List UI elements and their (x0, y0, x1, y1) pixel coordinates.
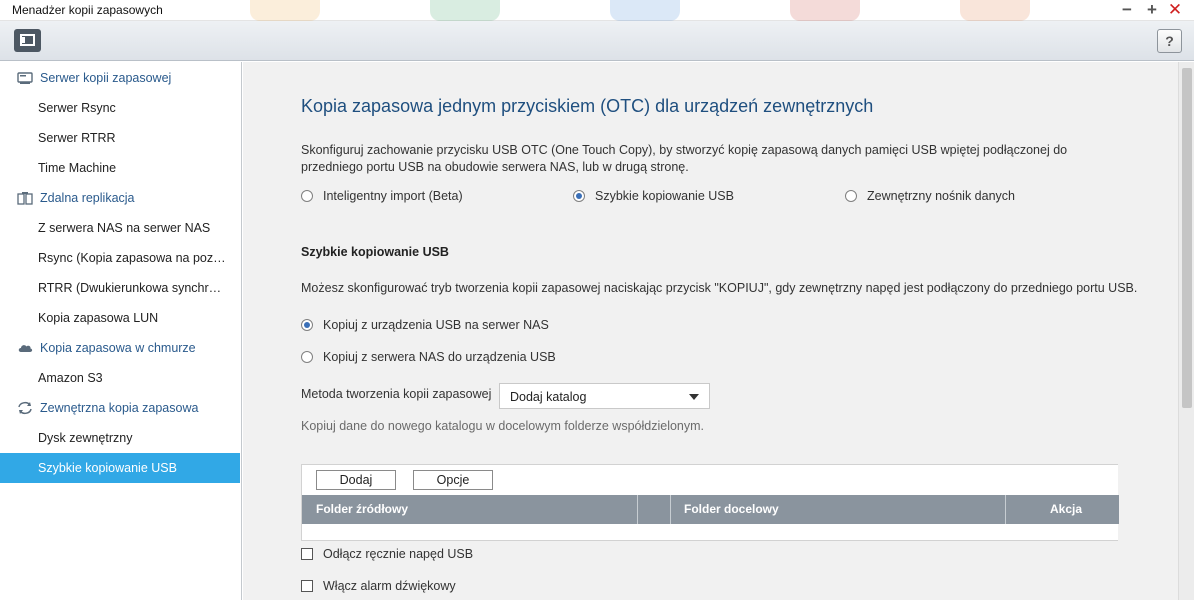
vertical-scrollbar[interactable] (1178, 62, 1194, 600)
sidebar-item-usb-quick-copy[interactable]: Szybkie kopiowanie USB (0, 453, 240, 483)
table-header: Folder źródłowy Folder docelowy Akcja (302, 495, 1119, 524)
column-divider (637, 495, 638, 524)
radio-indicator (301, 319, 313, 331)
maximize-button[interactable]: + (1143, 1, 1161, 18)
sidebar-section-remote-replication[interactable]: Zdalna replikacja (0, 183, 241, 213)
column-header-source[interactable]: Folder źródłowy (316, 495, 408, 524)
cloud-icon (18, 345, 33, 352)
sidebar-item-label: Kopia zapasowa LUN (38, 311, 159, 325)
chevron-down-icon (689, 394, 699, 400)
sidebar-item-label: Rsync (Kopia zapasowa na poziomie plików… (38, 251, 228, 265)
sidebar-item-rtrr[interactable]: RTRR (Dwukierunkowa synchronizacja) (0, 273, 241, 303)
sidebar-item-external-drive[interactable]: Dysk zewnętrzny (0, 423, 241, 453)
page-title: Kopia zapasowa jednym przyciskiem (OTC) … (301, 96, 874, 116)
sidebar-item-amazon-s3[interactable]: Amazon S3 (0, 363, 241, 393)
checkbox-label: Włącz alarm dźwiękowy (323, 579, 456, 593)
background-app-icon (610, 0, 680, 21)
background-app-icon (250, 0, 320, 21)
sidebar-item-label: Dysk zewnętrzny (38, 431, 133, 445)
column-header-destination[interactable]: Folder docelowy (684, 495, 779, 524)
checkbox-indicator (301, 548, 313, 560)
sidebar-item-time-machine[interactable]: Time Machine (0, 153, 241, 183)
radio-nas-to-usb[interactable]: Kopiuj z serwera NAS do urządzenia USB (301, 350, 556, 364)
checkbox-label: Odłącz ręcznie napęd USB (323, 547, 474, 561)
sidebar-section-external-backup[interactable]: Zewnętrzna kopia zapasowa (0, 393, 241, 423)
sidebar-section-label: Zewnętrzna kopia zapasowa (40, 401, 199, 415)
minimize-button[interactable]: − (1118, 1, 1136, 18)
add-button[interactable]: Dodaj (316, 470, 396, 490)
radio-label: Inteligentny import (Beta) (323, 189, 463, 203)
sidebar-item-rtrr-server[interactable]: Serwer RTRR (0, 123, 241, 153)
help-button[interactable]: ? (1157, 29, 1182, 53)
sidebar-section-cloud-backup[interactable]: Kopia zapasowa w chmurze (0, 333, 241, 363)
server-icon (17, 72, 33, 84)
radio-indicator (301, 351, 313, 363)
main-panel: Kopia zapasowa jednym przyciskiem (OTC) … (243, 62, 1178, 600)
window-titlebar: Menadżer kopii zapasowych − + ✕ (0, 0, 1194, 21)
sync-arrows-icon (18, 401, 32, 415)
radio-label: Szybkie kopiowanie USB (595, 189, 734, 203)
checkbox-manual-eject[interactable]: Odłącz ręcznie napęd USB (301, 547, 473, 561)
radio-label: Zewnętrzny nośnik danych (867, 189, 1015, 203)
radio-indicator (301, 190, 313, 202)
radio-label: Kopiuj z serwera NAS do urządzenia USB (323, 350, 556, 364)
sidebar-section-label: Serwer kopii zapasowej (40, 71, 172, 85)
radio-external-storage[interactable]: Zewnętrzny nośnik danych (845, 189, 1015, 203)
radio-label: Kopiuj z urządzenia USB na serwer NAS (323, 318, 549, 332)
options-button[interactable]: Opcje (413, 470, 493, 490)
column-divider (670, 495, 671, 524)
column-divider (1005, 495, 1006, 524)
sidebar-item-label: Time Machine (38, 161, 117, 175)
sidebar-item-nas-to-nas[interactable]: Z serwera NAS na serwer NAS (0, 213, 241, 243)
sidebar-section-label: Kopia zapasowa w chmurze (40, 341, 196, 355)
close-button[interactable]: ✕ (1166, 1, 1184, 18)
section-description: Możesz skonfigurować tryb tworzenia kopi… (301, 281, 1138, 295)
sidebar-item-label: Z serwera NAS na serwer NAS (38, 221, 211, 235)
sidebar-item-label: Serwer Rsync (38, 101, 116, 115)
checkbox-indicator (301, 580, 313, 592)
backup-method-value: Dodaj katalog (510, 390, 587, 404)
sidebar-section-backup-server[interactable]: Serwer kopii zapasowej (0, 63, 241, 93)
backup-method-label: Metoda tworzenia kopii zapasowej (301, 387, 492, 401)
radio-usb-quick-copy[interactable]: Szybkie kopiowanie USB (573, 189, 734, 203)
sidebar-item-label: Amazon S3 (38, 371, 103, 385)
sidebar-item-label: RTRR (Dwukierunkowa synchronizacja) (38, 281, 228, 295)
sidebar-item-label: Serwer RTRR (38, 131, 116, 145)
checkbox-sound-alarm[interactable]: Włącz alarm dźwiękowy (301, 579, 456, 593)
sidebar-section-label: Zdalna replikacja (40, 191, 135, 205)
sidebar-item-label: Szybkie kopiowanie USB (38, 461, 177, 475)
sidebar-item-rsync-server[interactable]: Serwer Rsync (0, 93, 241, 123)
sidebar-toggle-icon (20, 34, 35, 46)
toolbar: ? (0, 21, 1194, 61)
window-title: Menadżer kopii zapasowych (12, 3, 163, 17)
backup-method-hint: Kopiuj dane do nowego katalogu w docelow… (301, 419, 705, 433)
background-app-icons (250, 0, 1050, 21)
background-app-icon (790, 0, 860, 21)
toggle-sidebar-button[interactable] (14, 29, 41, 52)
sidebar: Serwer kopii zapasowej Serwer Rsync Serw… (0, 62, 242, 600)
background-app-icon (430, 0, 500, 21)
page-description: Skonfiguruj zachowanie przycisku USB OTC… (301, 143, 1068, 174)
section-title: Szybkie kopiowanie USB (301, 245, 449, 259)
radio-indicator (845, 190, 857, 202)
sidebar-item-rsync[interactable]: Rsync (Kopia zapasowa na poziomie plików… (0, 243, 241, 273)
folder-pairs-table: Dodaj Opcje Folder źródłowy Folder docel… (301, 464, 1119, 541)
radio-indicator (573, 190, 585, 202)
backup-method-select[interactable]: Dodaj katalog (499, 383, 710, 409)
scrollbar-thumb[interactable] (1182, 68, 1192, 408)
column-header-action[interactable]: Akcja (1050, 495, 1082, 524)
sidebar-item-lun-backup[interactable]: Kopia zapasowa LUN (0, 303, 241, 333)
background-app-icon (960, 0, 1030, 21)
radio-smart-import[interactable]: Inteligentny import (Beta) (301, 189, 463, 203)
radio-usb-to-nas[interactable]: Kopiuj z urządzenia USB na serwer NAS (301, 318, 549, 332)
replication-icon (17, 192, 33, 205)
